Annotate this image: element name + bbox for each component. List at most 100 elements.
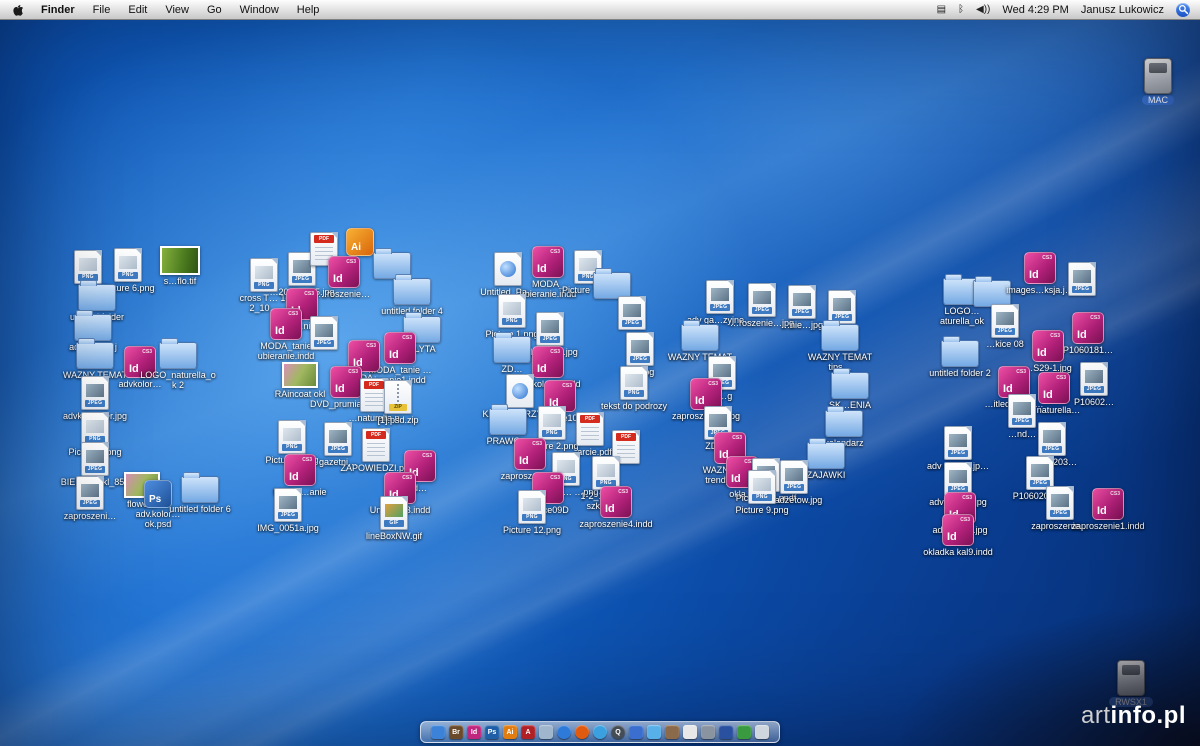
cs3-badge: CS3 — [962, 495, 972, 501]
jpeg-icon: JPEG — [1038, 422, 1066, 456]
file-type-badge: Ps — [149, 494, 161, 505]
dock-app-blue[interactable] — [719, 725, 733, 739]
desktop-icon[interactable]: JPEGIMG_0051a.jpg — [252, 488, 324, 533]
desktop-icon[interactable]: GIFlineBoxNW.gif — [358, 496, 430, 541]
indd-icon: CS3Id — [600, 486, 632, 518]
folder-icon — [593, 272, 631, 299]
desktop-icon[interactable]: JPEGP10602… — [1058, 362, 1130, 407]
menu-finder[interactable]: Finder — [32, 4, 84, 16]
desktop-icon-label: okladka kal9.indd — [923, 547, 993, 557]
desktop-icon-label: zaproszenie1.indd — [1071, 521, 1144, 531]
desktop-icon[interactable]: JPEG — [1046, 262, 1118, 296]
desktop: PNGPiPNGPicture 6.pngs…flo.tifuntitled f… — [0, 0, 1200, 746]
volume-icon[interactable]: ◀)) — [976, 4, 990, 15]
spotlight-magnifier-icon — [1178, 4, 1189, 15]
png-icon: PNG — [81, 412, 109, 446]
desktop-icon[interactable]: CS3Idzaproszenie1.indd — [1072, 488, 1144, 531]
dock-preview[interactable] — [539, 725, 553, 739]
desktop-icon[interactable]: RWSX1 — [1095, 660, 1167, 707]
menu-edit[interactable]: Edit — [119, 4, 156, 16]
file-type-badge: PNG — [118, 272, 138, 279]
dock-acrobat[interactable]: A — [521, 725, 535, 739]
desktop-icon[interactable]: PNGPicture 12.png — [496, 490, 568, 535]
desktop-icon[interactable]: untitled folder 4 — [376, 278, 448, 316]
file-thumbnail — [283, 428, 301, 441]
dock-mail[interactable] — [629, 725, 643, 739]
spotlight-button[interactable] — [1176, 3, 1190, 17]
cs3-badge: CS3 — [402, 335, 412, 341]
file-type-badge: Id — [289, 471, 299, 483]
jpeg-icon: JPEG — [626, 332, 654, 366]
desktop-icon[interactable]: s…flo.tif — [144, 246, 216, 286]
menu-go[interactable]: Go — [198, 4, 231, 16]
dock-bridge[interactable]: Br — [449, 725, 463, 739]
file-thumbnail — [949, 434, 967, 447]
file-thumbnail — [86, 420, 104, 433]
cs3-badge: CS3 — [366, 343, 376, 349]
cs3-badge: CS3 — [422, 453, 432, 459]
file-thumbnail — [385, 504, 403, 517]
jpeg-icon: JPEG — [76, 476, 104, 510]
dock-trash[interactable] — [755, 725, 769, 739]
watermark-art: art — [1081, 702, 1111, 729]
desktop-icon[interactable]: LOGO_naturella_ok 2 — [142, 342, 214, 390]
file-type-badge: Id — [605, 503, 615, 515]
file-thumbnail — [541, 320, 559, 333]
watermark-tld: .pl — [1157, 702, 1187, 729]
file-type-badge: PDF — [616, 433, 636, 441]
desktop-icon[interactable]: PNGPicture 9.png — [726, 470, 798, 515]
dock-itunes[interactable] — [593, 725, 607, 739]
menu-view[interactable]: View — [156, 4, 198, 16]
menu-help[interactable]: Help — [288, 4, 329, 16]
bluetooth-icon[interactable]: ᛒ — [958, 4, 964, 15]
desktop-icon[interactable]: ZIP[1].psd.zip — [362, 380, 434, 425]
file-thumbnail — [623, 304, 641, 317]
file-type-badge: Id — [333, 273, 343, 285]
jpeg-icon: JPEG — [1080, 362, 1108, 396]
desktop-icon[interactable]: PNGtekst do podrozy — [598, 366, 670, 411]
desktop-icon[interactable] — [576, 272, 648, 299]
dock-photoshop[interactable]: Ps — [485, 725, 499, 739]
dock-ichat[interactable] — [647, 725, 661, 739]
dock-safari[interactable] — [557, 725, 571, 739]
menu-user[interactable]: Janusz Lukowicz — [1081, 4, 1164, 16]
dock-illustrator[interactable]: Ai — [503, 725, 517, 739]
file-type-badge: GIF — [384, 520, 404, 527]
desktop-icon[interactable] — [356, 252, 428, 279]
dock: Br Id Ps Ai A Q — [420, 721, 780, 743]
desktop-icon[interactable]: MAC — [1122, 58, 1194, 105]
desktop-icon-label: tekst do podrozy — [601, 401, 667, 411]
file-type-badge: JPEG — [948, 450, 968, 457]
dock-finder[interactable] — [431, 725, 445, 739]
dock-system-preferences[interactable] — [701, 725, 715, 739]
desktop-icon[interactable]: JPEG — [596, 296, 668, 330]
file-thumbnail — [1051, 494, 1069, 507]
menu-file[interactable]: File — [84, 4, 120, 16]
file-thumbnail — [833, 298, 851, 311]
desktop-icon[interactable]: SK…ENIA — [814, 372, 886, 410]
desktop-icon[interactable]: untitled folder 6 — [164, 476, 236, 514]
dock-firefox[interactable] — [575, 725, 589, 739]
menu-status-area: ▤ ᛒ ◀)) Wed 4:29 PM Janusz Lukowicz — [937, 3, 1200, 17]
menu-window[interactable]: Window — [231, 4, 288, 16]
apple-menu[interactable] — [12, 3, 24, 17]
file-type-badge: ZIP — [389, 404, 407, 411]
desktop-icon[interactable]: CS3Idzaproszenie4.indd — [580, 486, 652, 529]
file-type-badge: PNG — [522, 514, 542, 521]
display-icon[interactable]: ▤ — [937, 4, 946, 15]
file-thumbnail — [631, 340, 649, 353]
menu-clock[interactable]: Wed 4:29 PM — [1002, 4, 1068, 16]
desktop-icon[interactable]: WAZNY TEMAT tips… — [804, 324, 876, 372]
dock-ical[interactable] — [683, 725, 697, 739]
dock-app-green[interactable] — [737, 725, 751, 739]
jpeg-icon: JPEG — [1026, 456, 1054, 490]
cs3-badge: CS3 — [960, 517, 970, 523]
jpeg-icon: JPEG — [944, 462, 972, 496]
dock-indesign[interactable]: Id — [467, 725, 481, 739]
file-type-badge: Id — [1097, 505, 1107, 517]
dock-quicktime[interactable]: Q — [611, 725, 625, 739]
dock-address-book[interactable] — [665, 725, 679, 739]
desktop-icon-label: IMG_0051a.jpg — [257, 523, 319, 533]
desktop-icon[interactable]: CS3Idokladka kal9.indd — [922, 514, 994, 557]
indd-icon: CS3Id — [1032, 330, 1064, 362]
